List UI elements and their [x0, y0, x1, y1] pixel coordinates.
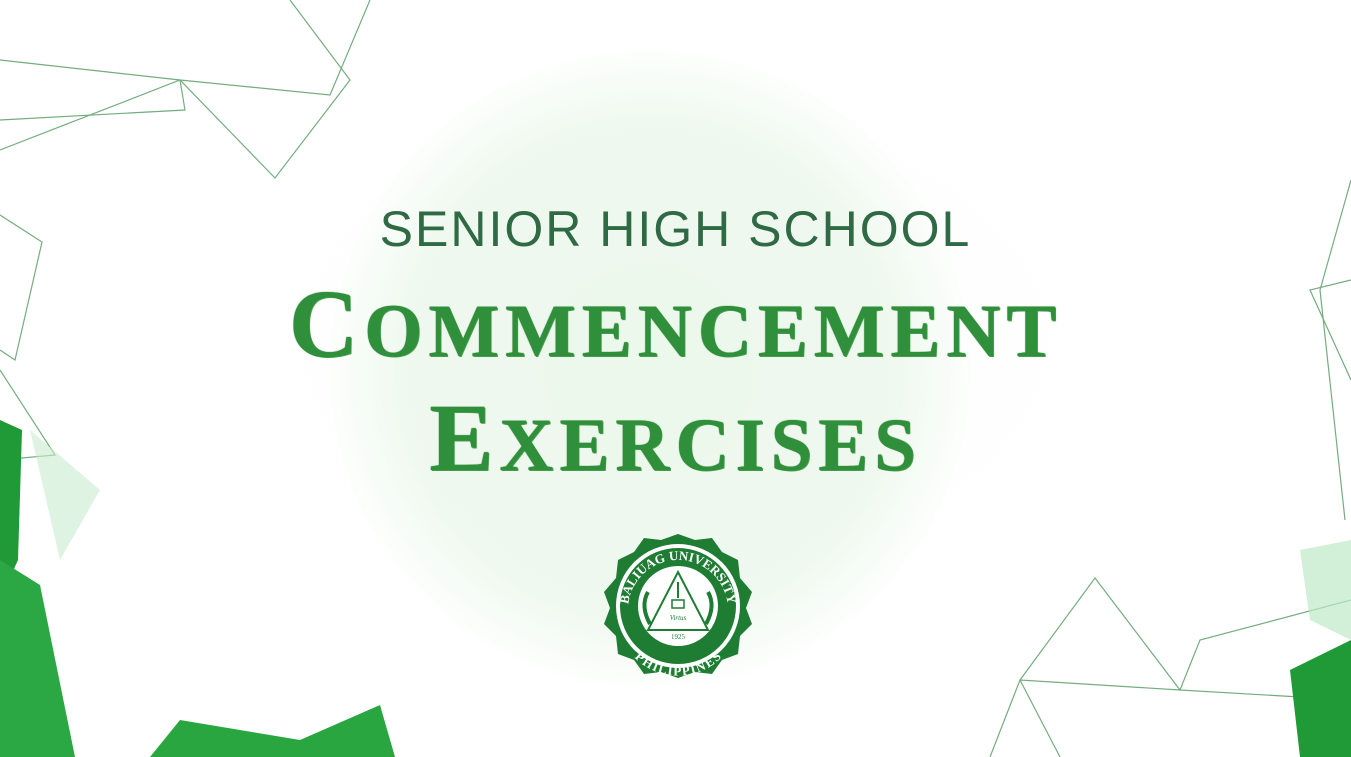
- university-seal-logo: BALIUAG UNIVERSITY PHILIPPINES Virtus 19…: [604, 534, 752, 679]
- title-line-2: EXERCISES: [0, 382, 1351, 493]
- slide: SENIOR HIGH SCHOOL COMMENCEMENT EXERCISE…: [0, 0, 1351, 757]
- title-initial: E: [429, 384, 500, 491]
- subtitle: SENIOR HIGH SCHOOL: [379, 201, 972, 257]
- seal-motto: Virtus: [670, 614, 687, 622]
- seal-year: 1925: [671, 633, 686, 641]
- title-rest: OMMENCEMENT: [364, 290, 1063, 373]
- title-initial: C: [288, 270, 365, 377]
- title-line-1: COMMENCEMENT: [0, 268, 1351, 379]
- title-rest: XERCISES: [499, 404, 922, 487]
